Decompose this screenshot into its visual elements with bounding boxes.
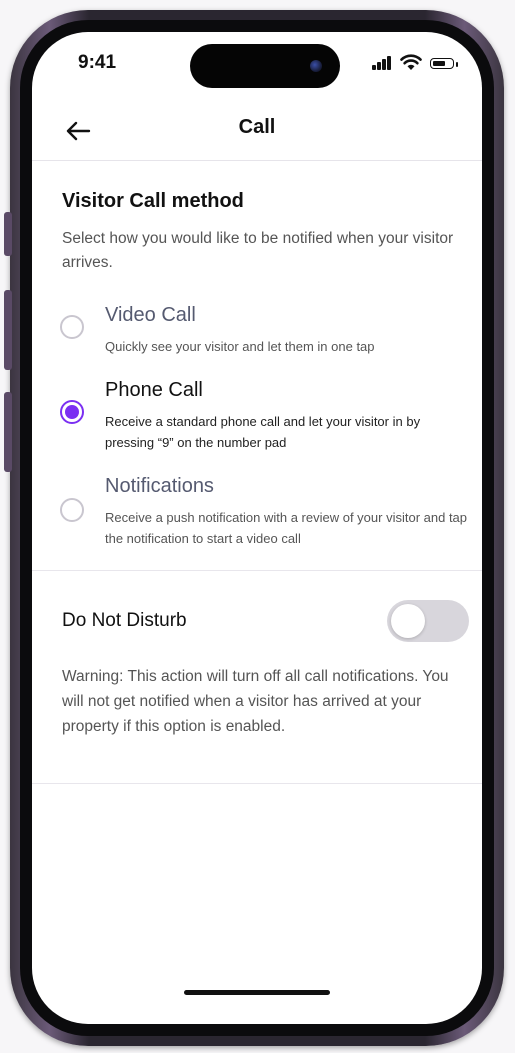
- volume-down-button: [4, 392, 12, 472]
- option-phone-call[interactable]: Phone Call Receive a standard phone call…: [60, 379, 470, 461]
- battery-cap: [456, 62, 458, 67]
- option-label: Notifications: [105, 475, 214, 497]
- radio-video-call[interactable]: [60, 315, 84, 339]
- option-video-call[interactable]: Video Call Quickly see your visitor and …: [60, 304, 470, 366]
- page-title: Call: [238, 116, 276, 138]
- radio-notifications[interactable]: [60, 498, 84, 522]
- status-icons: [370, 54, 470, 74]
- signal-icon: [372, 56, 392, 70]
- option-label: Phone Call: [105, 379, 203, 401]
- volume-up-button: [4, 290, 12, 370]
- section-description: Select how you would like to be notified…: [62, 230, 454, 271]
- camera-dot: [310, 60, 322, 72]
- section-title: Visitor Call method: [62, 190, 244, 212]
- section-divider: [32, 570, 482, 571]
- option-description: Receive a standard phone call and let yo…: [105, 414, 421, 450]
- app-header: Call: [32, 102, 482, 161]
- action-button: [4, 212, 12, 256]
- do-not-disturb-warning: Warning: This action will turn off all c…: [62, 668, 449, 735]
- option-description: Receive a push notification with a revie…: [105, 510, 468, 546]
- option-description: Quickly see your visitor and let them in…: [105, 339, 375, 354]
- dynamic-island: [190, 44, 340, 88]
- battery-icon: [430, 58, 454, 69]
- radio-phone-call[interactable]: [60, 400, 84, 424]
- section-divider: [32, 783, 482, 784]
- toggle-knob: [391, 604, 425, 638]
- do-not-disturb-label: Do Not Disturb: [62, 610, 187, 631]
- option-notifications[interactable]: Notifications Receive a push notificatio…: [60, 475, 470, 557]
- status-time: 9:41: [78, 52, 117, 73]
- do-not-disturb-toggle[interactable]: [387, 600, 469, 642]
- home-indicator[interactable]: [184, 990, 330, 995]
- option-label: Video Call: [105, 304, 196, 326]
- phone-screen: 9:41 Call Visitor Call method Select how…: [32, 32, 482, 1024]
- wifi-icon: [400, 54, 422, 70]
- status-bar: 9:41: [32, 32, 482, 102]
